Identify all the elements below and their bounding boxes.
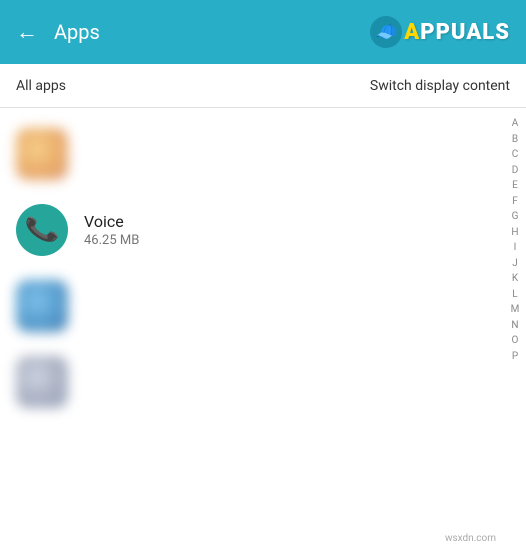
alpha-letter-d[interactable]: D [504, 163, 526, 179]
app-icon [16, 128, 68, 180]
app-size: 46.25 MB [84, 233, 488, 248]
alpha-letter-c[interactable]: C [504, 147, 526, 163]
app-name: Voice [84, 212, 488, 231]
watermark: wsxdn.com [445, 533, 496, 544]
apps-list: 📞 Voice 46.25 MB [0, 108, 504, 550]
alpha-letter-m[interactable]: M [504, 302, 526, 318]
alpha-letter-o[interactable]: O [504, 333, 526, 349]
app-icon [16, 280, 68, 332]
alpha-letter-f[interactable]: F [504, 194, 526, 210]
alpha-letter-a[interactable]: A [504, 116, 526, 132]
alpha-letter-g[interactable]: G [504, 209, 526, 225]
all-apps-label[interactable]: All apps [16, 78, 370, 94]
site-logo: 🧢 APPUALS [370, 16, 510, 48]
list-item[interactable]: 📞 Voice 46.25 MB [0, 192, 504, 268]
alpha-letter-h[interactable]: H [504, 225, 526, 241]
sub-header: All apps Switch display content [0, 64, 526, 108]
alpha-letter-i[interactable]: I [504, 240, 526, 256]
voice-app-icon: 📞 [16, 204, 68, 256]
phone-icon: 📞 [23, 212, 60, 247]
app-info: Voice 46.25 MB [84, 212, 488, 248]
alpha-letter-n[interactable]: N [504, 318, 526, 334]
list-item[interactable] [0, 116, 504, 192]
content-area: 📞 Voice 46.25 MB ABCDEFGHIJKLMNOP [0, 108, 526, 550]
switch-display-button[interactable]: Switch display content [370, 78, 510, 94]
alpha-letter-p[interactable]: P [504, 349, 526, 365]
alpha-letter-b[interactable]: B [504, 132, 526, 148]
alpha-letter-k[interactable]: K [504, 271, 526, 287]
mascot-icon: 🧢 [370, 16, 402, 48]
app-icon [16, 356, 68, 408]
back-button[interactable]: ← [16, 19, 38, 45]
alpha-letter-j[interactable]: J [504, 256, 526, 272]
app-header: ← Apps 🧢 APPUALS [0, 0, 526, 64]
logo-text: APPUALS [404, 20, 510, 45]
alpha-letter-e[interactable]: E [504, 178, 526, 194]
list-item[interactable] [0, 268, 504, 344]
alpha-letter-l[interactable]: L [504, 287, 526, 303]
alphabet-index: ABCDEFGHIJKLMNOP [504, 108, 526, 550]
list-item[interactable] [0, 344, 504, 420]
mascot-face-icon: 🧢 [375, 22, 397, 43]
